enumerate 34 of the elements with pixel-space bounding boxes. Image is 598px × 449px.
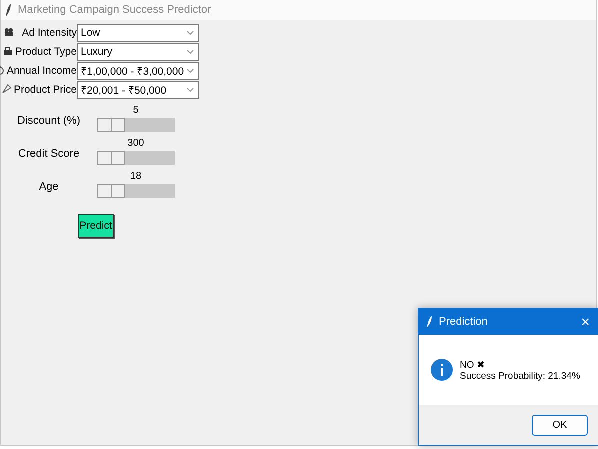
slider-thumb[interactable] <box>97 184 125 198</box>
window-title: Marketing Campaign Success Predictor <box>18 4 212 16</box>
close-button[interactable]: × <box>581 314 590 330</box>
slider-value: 300 <box>128 138 144 149</box>
ok-button[interactable]: OK <box>532 414 588 436</box>
slider-label: Credit Score <box>17 148 81 162</box>
slider-thumb[interactable] <box>97 151 125 165</box>
slider-label: Discount (%) <box>16 115 82 129</box>
field-label: Ad Intensity <box>22 27 77 39</box>
bag-icon <box>3 47 14 55</box>
slider-label: Age <box>38 181 60 195</box>
feather-icon <box>6 4 12 16</box>
caret-icon <box>187 31 194 35</box>
probability-text: Success Probability: 21.34% <box>460 370 580 382</box>
field-label: Annual Income <box>6 65 77 77</box>
predict-button[interactable]: Predict <box>78 214 114 238</box>
info-icon <box>431 359 453 381</box>
dropdown[interactable]: ₹20,001 - ₹50,000 <box>77 81 199 99</box>
field-label: Product Price <box>14 84 77 96</box>
feather-icon <box>427 316 433 328</box>
dropdown[interactable]: Low <box>77 24 199 42</box>
slider-thumb[interactable] <box>97 118 125 132</box>
result-text: NO ✖ <box>460 358 486 370</box>
dropdown[interactable]: Luxury <box>77 43 199 61</box>
people-icon <box>4 28 14 36</box>
caret-icon <box>187 88 194 92</box>
field-label: Product Type <box>15 46 77 58</box>
caret-icon <box>187 50 194 54</box>
pen-icon <box>2 84 12 94</box>
slider-value: 5 <box>133 105 139 116</box>
dropdown[interactable]: ₹1,00,000 - ₹3,00,000 <box>77 62 199 80</box>
dialog-title: Prediction <box>439 316 488 328</box>
slider-value: 18 <box>130 171 142 182</box>
caret-icon <box>187 69 194 73</box>
